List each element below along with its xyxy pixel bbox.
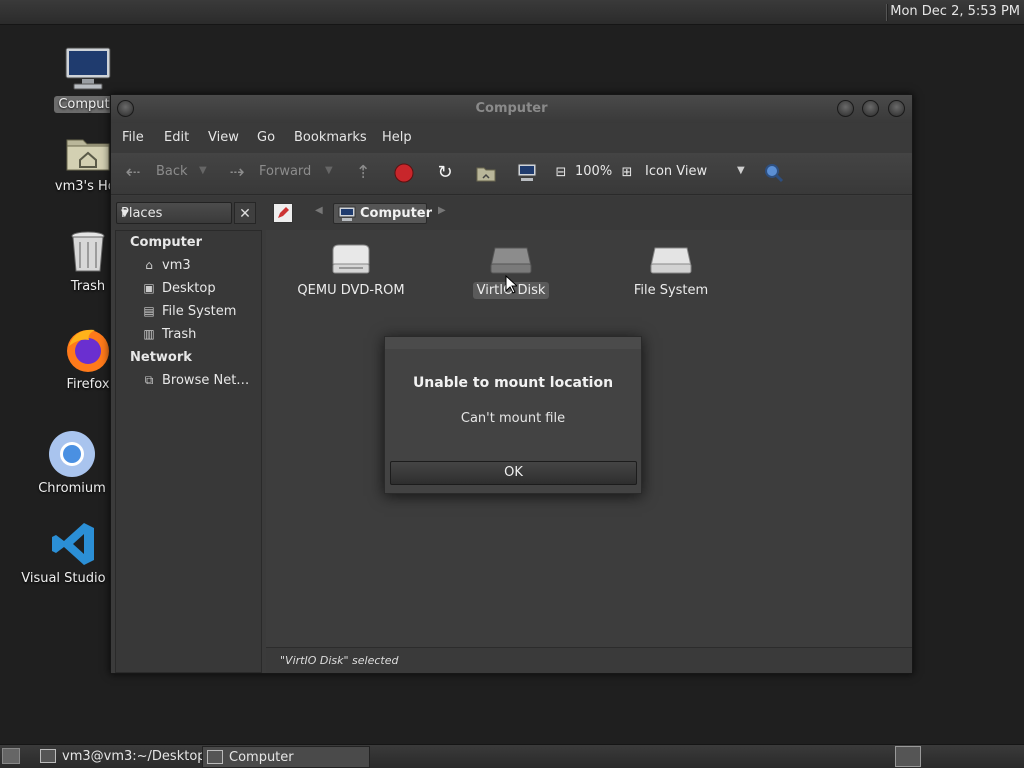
top-panel: Mon Dec 2, 5:53 PM <box>0 0 1024 25</box>
computer-icon[interactable] <box>515 161 539 185</box>
path-crumb-label: Computer <box>360 206 433 221</box>
edit-location-icon[interactable] <box>273 203 293 223</box>
location-bar: Places ▼ ✕ ◀ Computer ▶ <box>111 196 912 230</box>
dialog-title: Unable to mount location <box>412 375 614 391</box>
chevron-down-icon[interactable]: ▼ <box>737 165 745 176</box>
home-folder-icon: ⌂ <box>145 258 153 272</box>
optical-drive-icon <box>329 244 373 276</box>
mouse-cursor-icon <box>505 275 517 294</box>
places-sidebar: Computer ⌂ vm3 ▣ Desktop ▤ File System ▥ Tra… <box>115 230 262 673</box>
chevron-down-icon: ▼ <box>121 208 129 219</box>
sidebar-heading-computer: Computer <box>130 235 203 250</box>
home-icon[interactable] <box>474 161 498 185</box>
toolbar: ⇠ Back ▼ ⇢ Forward ▼ ⇡ ↻ ⊟ 100% ⊞ Icon V… <box>111 153 912 195</box>
maximize-button[interactable] <box>862 100 879 117</box>
status-bar: "VirtIO Disk" selected <box>266 647 912 673</box>
sidebar-item-trash[interactable]: ▥ Trash <box>140 327 196 342</box>
sidebar-heading-network: Network <box>130 350 192 365</box>
ok-button[interactable]: OK <box>390 461 637 485</box>
search-icon[interactable] <box>762 161 786 185</box>
panel-separator <box>886 4 888 21</box>
show-desktop-icon[interactable] <box>2 748 20 764</box>
computer-icon <box>64 46 112 94</box>
zoom-out-icon[interactable]: ⊟ <box>549 161 573 185</box>
file-item-dvd-rom[interactable]: QEMU DVD-ROM <box>286 244 416 299</box>
trash-icon <box>64 228 112 276</box>
menu-edit[interactable]: Edit <box>164 130 189 145</box>
desktop-icon-label: Firefox <box>66 377 110 392</box>
forward-history-dropdown[interactable]: ▼ <box>325 165 333 176</box>
desktop-icon-label: Trash <box>70 279 106 294</box>
forward-button[interactable]: Forward <box>259 164 311 179</box>
file-item-file-system[interactable]: File System <box>606 244 736 299</box>
titlebar[interactable]: Computer <box>111 95 912 123</box>
menu-view[interactable]: View <box>208 130 239 145</box>
computer-icon <box>207 750 223 764</box>
sidebar-item-desktop[interactable]: ▣ Desktop <box>140 281 215 296</box>
sidebar-item-file-system[interactable]: ▤ File System <box>140 304 236 319</box>
menu-go[interactable]: Go <box>257 130 275 145</box>
desktop-icon-label: Chromium <box>38 481 106 496</box>
hard-disk-icon <box>489 244 533 276</box>
menubar: File Edit View Go Bookmarks Help <box>111 123 912 153</box>
reload-icon[interactable]: ↻ <box>433 161 457 185</box>
back-button[interactable]: Back <box>156 164 188 179</box>
back-arrow-icon[interactable]: ⇠ <box>121 161 145 185</box>
close-sidebar-button[interactable]: ✕ <box>234 202 256 224</box>
desktop-folder-icon: ▣ <box>143 281 155 295</box>
window-title: Computer <box>475 101 548 116</box>
path-scroll-right-icon[interactable]: ▶ <box>438 205 446 216</box>
task-computer[interactable]: Computer <box>202 746 370 768</box>
firefox-icon <box>64 326 112 374</box>
back-history-dropdown[interactable]: ▼ <box>199 165 207 176</box>
forward-arrow-icon[interactable]: ⇢ <box>225 161 249 185</box>
path-crumb-computer[interactable]: Computer <box>333 203 432 224</box>
stop-icon[interactable] <box>392 161 416 185</box>
terminal-icon <box>40 749 56 763</box>
taskbar: vm3@vm3:~/Desktop Computer <box>0 744 1024 768</box>
view-mode-select[interactable]: Icon View <box>645 164 707 179</box>
vscode-icon <box>50 520 98 568</box>
dialog-message: Can't mount file <box>460 411 566 426</box>
hard-disk-icon: ▤ <box>143 304 155 318</box>
task-terminal[interactable]: vm3@vm3:~/Desktop <box>36 746 206 768</box>
error-dialog: Unable to mount location Can't mount fil… <box>384 336 642 494</box>
path-scroll-left-icon[interactable]: ◀ <box>315 205 323 216</box>
home-folder-icon <box>64 128 112 176</box>
menu-help[interactable]: Help <box>382 130 412 145</box>
workspace-switcher-icon[interactable] <box>895 746 921 767</box>
sidebar-mode-select[interactable]: Places ▼ <box>116 202 232 224</box>
close-button[interactable] <box>888 100 905 117</box>
sidebar-item-vm3[interactable]: ⌂ vm3 <box>140 258 190 273</box>
sidebar-item-browse-network[interactable]: ⧉ Browse Net… <box>140 373 250 388</box>
status-text: "VirtIO Disk" selected <box>280 654 399 667</box>
chromium-icon <box>48 430 96 478</box>
minimize-button[interactable] <box>837 100 854 117</box>
computer-icon <box>338 206 356 221</box>
zoom-level: 100% <box>575 164 613 179</box>
zoom-in-icon[interactable]: ⊞ <box>615 161 639 185</box>
menu-bookmarks[interactable]: Bookmarks <box>294 130 367 145</box>
dialog-titlebar[interactable] <box>385 337 641 349</box>
desktop-icon-chromium[interactable]: Chromium <box>27 430 117 497</box>
menu-file[interactable]: File <box>122 130 144 145</box>
clock[interactable]: Mon Dec 2, 5:53 PM <box>890 4 1020 19</box>
hard-disk-icon <box>649 244 693 276</box>
trash-icon: ▥ <box>143 327 155 341</box>
up-arrow-icon[interactable]: ⇡ <box>351 161 375 185</box>
network-icon: ⧉ <box>144 373 154 387</box>
